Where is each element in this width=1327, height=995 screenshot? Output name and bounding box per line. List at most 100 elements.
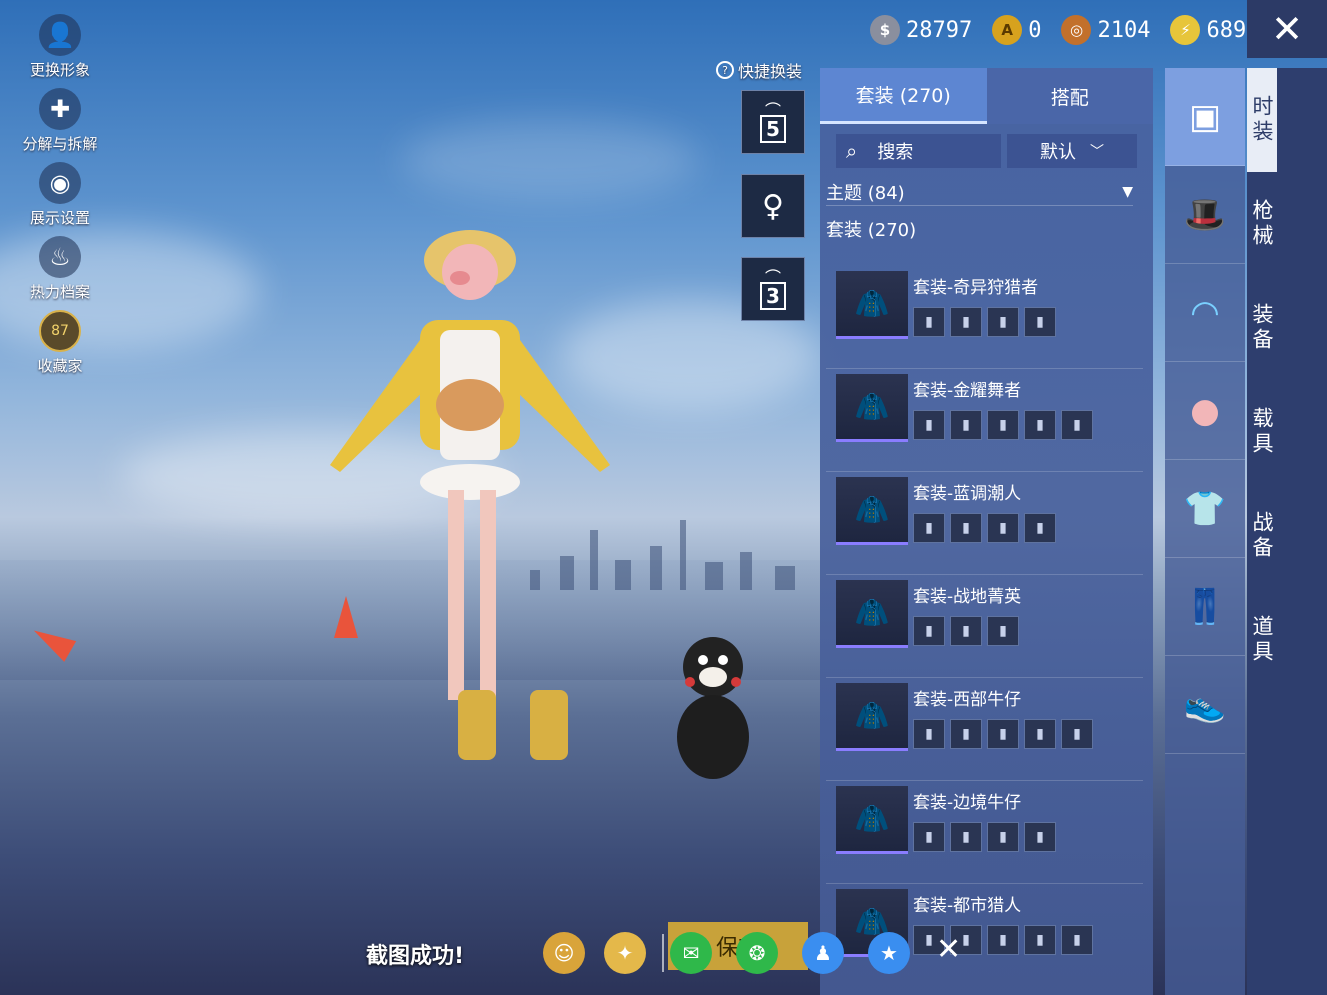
triangle-down-icon: ▼ [1122, 183, 1133, 200]
outfit-pieces: ▮ ▮ ▮ ▮ [913, 307, 1061, 337]
share-friends-button[interactable]: ☺ [543, 932, 585, 974]
category-all-sets[interactable]: ▣ [1165, 68, 1245, 166]
change-avatar-button[interactable]: 👤 更换形象 [14, 14, 106, 88]
piece-icon[interactable]: ▮ [1024, 307, 1056, 337]
outfit-name: 套装-边境牛仔 [913, 793, 1022, 813]
piece-icon[interactable]: ▮ [1024, 513, 1056, 543]
divider [662, 934, 664, 972]
piece-icon[interactable]: ▮ [913, 410, 945, 440]
tab-sets[interactable]: 套装 (270) [820, 68, 987, 124]
wechat-icon: ✉ [682, 941, 700, 965]
outfit-name: 套装-奇异狩猎者 [913, 278, 1039, 298]
category-top[interactable]: 👕 [1165, 460, 1245, 558]
piece-icon[interactable]: ▮ [1024, 925, 1056, 955]
outfit-name: 套装-战地菁英 [913, 587, 1022, 607]
list-item[interactable]: 🧥 套装-战地菁英 ▮ ▮ ▮ [826, 575, 1143, 678]
piece-icon[interactable]: ▮ [950, 410, 982, 440]
share-close-button[interactable]: ✕ [936, 932, 961, 967]
display-settings-button[interactable]: ◉ 展示设置 [14, 162, 106, 236]
sets-filter[interactable]: 套装 (270) [826, 216, 1147, 241]
piece-icon[interactable]: ▮ [913, 822, 945, 852]
share-moments-button[interactable]: ❂ [736, 932, 778, 974]
share-qzone-button[interactable]: ★ [868, 932, 910, 974]
category-headwear[interactable]: 🎩 [1165, 166, 1245, 264]
search-input[interactable]: ⌕ 搜索 [836, 134, 1001, 168]
heat-profile-button[interactable]: ♨ 热力档案 [14, 236, 106, 310]
list-item[interactable]: 🧥 套装-奇异狩猎者 ▮ ▮ ▮ ▮ [826, 266, 1143, 369]
piece-icon[interactable]: ▮ [987, 307, 1019, 337]
quick-outfit-slot-current[interactable]: ♀ [741, 174, 805, 238]
piece-icon[interactable]: ▮ [913, 616, 945, 646]
piece-icon[interactable]: ▮ [1061, 719, 1093, 749]
shoes-icon: 👟 [1183, 684, 1227, 725]
list-item[interactable]: 🧥 套装-西部牛仔 ▮ ▮ ▮ ▮ ▮ [826, 678, 1143, 781]
theme-filter[interactable]: 主题 (84) ▼ [826, 178, 1133, 206]
piece-icon[interactable]: ▮ [1024, 822, 1056, 852]
category-eyewear[interactable]: ◠ [1165, 264, 1245, 362]
piece-icon[interactable]: ▮ [987, 822, 1019, 852]
game-logo-icon: ✦ [616, 941, 634, 965]
piece-icon[interactable]: ▮ [1024, 719, 1056, 749]
tab-vehicles[interactable]: 载具 [1247, 380, 1277, 484]
piece-icon[interactable]: ▮ [1024, 410, 1056, 440]
share-game-button[interactable]: ✦ [604, 932, 646, 974]
close-button[interactable]: ✕ [1247, 0, 1327, 58]
share-qq-button[interactable]: ♟ [802, 932, 844, 974]
menu-label: 分解与拆解 [22, 135, 98, 153]
list-item[interactable]: 🧥 套装-金耀舞者 ▮ ▮ ▮ ▮ ▮ [826, 369, 1143, 472]
piece-icon[interactable]: ▮ [1061, 925, 1093, 955]
search-placeholder: 搜索 [877, 142, 914, 163]
qq-icon: ♟ [814, 941, 832, 965]
hat-icon: 🎩 [1183, 194, 1227, 235]
collector-badge-icon: 87 [39, 310, 81, 352]
companion-bear[interactable] [668, 632, 758, 782]
piece-icon[interactable]: ▮ [950, 513, 982, 543]
category-mask[interactable]: ● [1165, 362, 1245, 460]
currency-bronze[interactable]: ◎ 2104 [1061, 15, 1150, 45]
piece-icon[interactable]: ▮ [987, 719, 1019, 749]
piece-icon[interactable]: ▮ [913, 513, 945, 543]
quick-outfit-slot-3[interactable]: ⌒ 3 [741, 257, 805, 321]
currency-gold[interactable]: A 0 [992, 15, 1041, 45]
piece-icon[interactable]: ▮ [1061, 410, 1093, 440]
quick-outfit-help[interactable]: ? 快捷换装 [716, 58, 802, 82]
piece-icon[interactable]: ▮ [987, 513, 1019, 543]
category-pants[interactable]: 👖 [1165, 558, 1245, 656]
tab-items[interactable]: 道具 [1247, 588, 1277, 692]
piece-icon[interactable]: ▮ [987, 616, 1019, 646]
tab-firearms[interactable]: 枪械 [1247, 172, 1277, 276]
share-wechat-button[interactable]: ✉ [670, 932, 712, 974]
piece-icon[interactable]: ▮ [950, 616, 982, 646]
search-row: ⌕ 搜索 默认 ﹀ [836, 134, 1137, 168]
character-model[interactable] [300, 220, 640, 765]
tab-combat-gear[interactable]: 战备 [1247, 484, 1277, 588]
outfit-thumbnail: 🧥 [836, 786, 908, 854]
moments-icon: ❂ [748, 941, 766, 965]
menu-label: 更换形象 [29, 61, 90, 79]
piece-icon[interactable]: ▮ [950, 822, 982, 852]
currency-silver[interactable]: $ 28797 [870, 15, 972, 45]
quick-outfit-slot-5[interactable]: ⌒ 5 [741, 90, 805, 154]
tab-combos[interactable]: 搭配 [986, 68, 1153, 124]
piece-icon[interactable]: ▮ [987, 410, 1019, 440]
piece-icon[interactable]: ▮ [913, 307, 945, 337]
sort-dropdown[interactable]: 默认 ﹀ [1007, 134, 1137, 168]
outfit-pieces: ▮ ▮ ▮ ▮ ▮ [913, 410, 1098, 440]
piece-icon[interactable]: ▮ [913, 719, 945, 749]
tab-equipment[interactable]: 装备 [1247, 276, 1277, 380]
outfit-pieces: ▮ ▮ ▮ [913, 616, 1024, 646]
currency-value: 0 [1028, 17, 1042, 43]
piece-icon[interactable]: ▮ [950, 719, 982, 749]
decompose-button[interactable]: ✚ 分解与拆解 [14, 88, 106, 162]
list-item[interactable]: 🧥 套装-边境牛仔 ▮ ▮ ▮ ▮ [826, 781, 1143, 884]
piece-icon[interactable]: ▮ [987, 925, 1019, 955]
list-item[interactable]: 🧥 套装-都市猎人 ▮ ▮ ▮ ▮ ▮ [826, 884, 1143, 987]
piece-icon[interactable]: ▮ [950, 307, 982, 337]
outfit-name: 套装-西部牛仔 [913, 690, 1022, 710]
category-shoes[interactable]: 👟 [1165, 656, 1245, 754]
star-icon: ★ [880, 941, 898, 965]
list-item[interactable]: 🧥 套装-蓝调潮人 ▮ ▮ ▮ ▮ [826, 472, 1143, 575]
currency-value: 28797 [906, 17, 973, 43]
tab-fashion[interactable]: 时装 [1247, 68, 1277, 172]
collector-button[interactable]: 87 收藏家 [14, 310, 106, 384]
